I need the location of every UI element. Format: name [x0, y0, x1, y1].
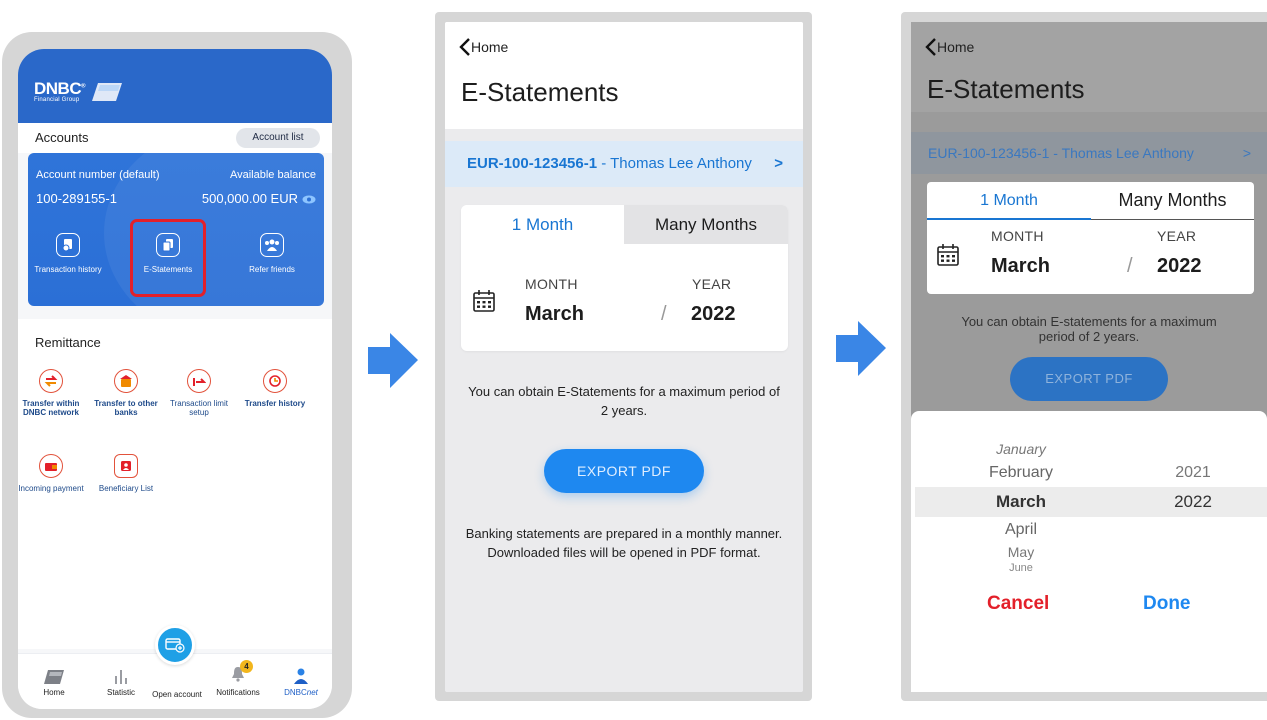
- incoming-payment-icon: [39, 454, 63, 478]
- calendar-icon: [473, 290, 495, 312]
- year-value[interactable]: 2022: [691, 303, 736, 326]
- back-button[interactable]: Home: [459, 38, 508, 56]
- tab-1-month[interactable]: 1 Month: [461, 205, 624, 244]
- chevron-right-icon: >: [1242, 145, 1251, 161]
- footer-note-1: Banking statements are prepared in a mon…: [465, 526, 783, 541]
- info-text: You can obtain E-statements for a maximu…: [961, 314, 1217, 344]
- transaction-history-icon: [56, 233, 80, 257]
- quick-action-refer-friends[interactable]: Refer friends: [232, 233, 312, 275]
- quick-action-transaction-history[interactable]: Transaction history: [28, 233, 108, 275]
- account-card: Account number (default) Available balan…: [28, 153, 324, 306]
- picker-year-selected[interactable]: 2022: [1133, 492, 1253, 512]
- page-title: E-Statements: [461, 77, 619, 107]
- notifications-badge: 4: [240, 660, 253, 673]
- nav-profile[interactable]: DNBCnet: [276, 666, 326, 697]
- export-pdf-button: EXPORT PDF: [1010, 357, 1168, 401]
- picker-month-option[interactable]: January: [961, 441, 1081, 457]
- picker-month-option[interactable]: February: [961, 464, 1081, 482]
- month-value[interactable]: March: [991, 255, 1050, 278]
- e-statements-screen: Home E-Statements EUR-100-123456-1 - Tho…: [445, 22, 803, 692]
- account-selector-dimmed: EUR-100-123456-1 - Thomas Lee Anthony >: [911, 132, 1267, 174]
- phone-home-screen: DNBC® Financial Group Accounts Account l…: [2, 32, 352, 718]
- year-label: YEAR: [692, 276, 732, 292]
- balance-value: 500,000.00 EUR: [201, 191, 298, 206]
- e-statements-highlight: [130, 219, 206, 297]
- month-value[interactable]: March: [525, 303, 584, 326]
- footer-note-2: Downloaded files will be opened in PDF f…: [487, 545, 761, 560]
- picker-year-option[interactable]: 2021: [1133, 464, 1253, 482]
- page-header: Home E-Statements: [445, 22, 803, 129]
- tab-many-months[interactable]: Many Months: [1091, 182, 1254, 218]
- back-button[interactable]: Home: [925, 38, 974, 56]
- statistic-icon: [115, 670, 127, 684]
- beneficiary-list-icon: [114, 454, 138, 478]
- available-balance-label: Available balance: [229, 169, 316, 181]
- limit-setup-icon: [187, 369, 211, 393]
- date-card: 1 Month Many Months MONTH YEAR March / 2…: [461, 205, 788, 351]
- card-plus-icon: [165, 638, 185, 653]
- picker-month-option[interactable]: April: [961, 521, 1081, 539]
- cancel-button[interactable]: Cancel: [987, 593, 1049, 615]
- nav-home[interactable]: Home: [32, 666, 76, 697]
- remit-beneficiary-list[interactable]: Beneficiary List: [91, 454, 161, 493]
- user-icon: [294, 668, 308, 684]
- date-slash: /: [1127, 255, 1133, 277]
- info-text: You can obtain E-Statements for a maximu…: [468, 384, 780, 418]
- app-header: DNBC® Financial Group: [18, 49, 332, 123]
- eye-icon[interactable]: [302, 195, 316, 204]
- tab-1-month[interactable]: 1 Month: [927, 182, 1091, 218]
- picker-month-selected[interactable]: March: [961, 492, 1081, 512]
- accounts-row: Accounts Account list: [18, 123, 332, 153]
- remit-transaction-limit[interactable]: Transaction limit setup: [164, 369, 234, 417]
- flow-arrow-icon: [368, 333, 418, 388]
- transfer-history-icon: [263, 369, 287, 393]
- month-label: MONTH: [525, 276, 578, 292]
- month-label: MONTH: [991, 228, 1044, 244]
- transfer-within-icon: [39, 369, 63, 393]
- calendar-icon: [937, 244, 959, 266]
- month-year-picker: January February March April May June 20…: [911, 411, 1267, 692]
- nav-open-account-label: Open account: [152, 690, 202, 699]
- phone-e-statements: Home E-Statements EUR-100-123456-1 - Tho…: [435, 12, 812, 701]
- dnbc-logo: DNBC® Financial Group: [34, 79, 122, 103]
- picker-month-option[interactable]: May: [961, 544, 1081, 560]
- transfer-other-banks-icon: [114, 369, 138, 393]
- home-screen: DNBC® Financial Group Accounts Account l…: [18, 49, 332, 709]
- month-picker-screen: Home E-Statements EUR-100-123456-1 - Tho…: [911, 22, 1267, 692]
- page-title: E-Statements: [927, 74, 1085, 104]
- remittance-section: Remittance Transfer within DNBC network …: [18, 319, 332, 649]
- page-header-dimmed: Home E-Statements: [911, 22, 1267, 112]
- logo-mark-icon: [92, 83, 122, 101]
- year-value[interactable]: 2022: [1157, 255, 1202, 278]
- remit-transfer-within[interactable]: Transfer within DNBC network: [18, 369, 86, 417]
- home-icon: [44, 670, 64, 684]
- remit-transfer-other-banks[interactable]: Transfer to other banks: [91, 369, 161, 417]
- picker-month-option[interactable]: June: [961, 562, 1081, 572]
- refer-friends-icon: [260, 233, 284, 257]
- date-card: 1 Month Many Months MONTH YEAR March / 2…: [927, 182, 1254, 294]
- tab-many-months[interactable]: Many Months: [624, 205, 788, 244]
- open-account-button[interactable]: [155, 625, 195, 665]
- flow-arrow-icon: [836, 321, 886, 376]
- accounts-title: Accounts: [35, 130, 89, 145]
- account-list-button[interactable]: Account list: [236, 128, 320, 148]
- nav-notifications[interactable]: 4 Notifications: [210, 660, 266, 697]
- account-selector[interactable]: EUR-100-123456-1 - Thomas Lee Anthony >: [445, 141, 803, 187]
- remittance-title: Remittance: [35, 335, 101, 350]
- nav-statistic[interactable]: Statistic: [96, 666, 146, 697]
- done-button[interactable]: Done: [1143, 593, 1191, 615]
- chevron-left-icon: [925, 38, 936, 56]
- export-pdf-button[interactable]: EXPORT PDF: [544, 449, 704, 493]
- phone-month-picker: Home E-Statements EUR-100-123456-1 - Tho…: [901, 12, 1267, 701]
- account-number: 100-289155-1: [36, 191, 117, 206]
- date-slash: /: [661, 303, 667, 325]
- account-number-label: Account number (default): [36, 169, 160, 181]
- chevron-left-icon: [459, 38, 470, 56]
- chevron-right-icon: >: [774, 155, 783, 172]
- year-label: YEAR: [1157, 228, 1197, 244]
- remit-transfer-history[interactable]: Transfer history: [240, 369, 310, 408]
- remit-incoming-payment[interactable]: Incoming payment: [18, 454, 86, 493]
